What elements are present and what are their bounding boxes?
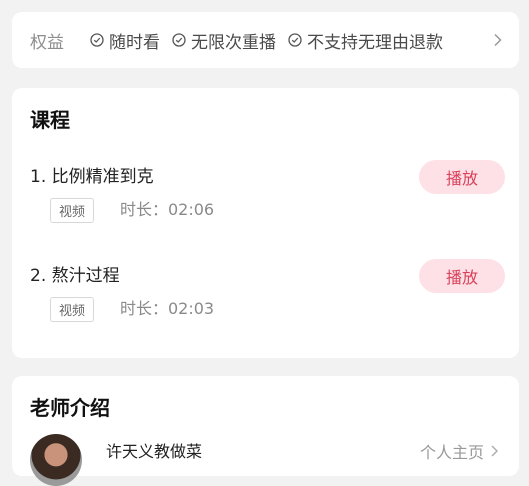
- benefits-label: 权益: [30, 32, 64, 53]
- benefit-label: 随时看: [109, 32, 160, 53]
- play-button[interactable]: 播放: [419, 160, 505, 194]
- lesson-duration: 时长：02:03: [120, 299, 215, 318]
- benefit-item: 不支持无理由退款: [288, 28, 443, 53]
- benefit-label: 不支持无理由退款: [307, 32, 443, 53]
- play-button[interactable]: 播放: [419, 259, 505, 293]
- chevron-right-icon[interactable]: [493, 33, 503, 47]
- teacher-card: 老师介绍 许天义教做菜 个人主页: [12, 376, 519, 486]
- benefits-bar[interactable]: 权益 随时看 无限次重播 不支持无理由退款: [12, 12, 519, 68]
- check-circle-icon: [288, 33, 302, 47]
- lesson-type-tag: 视频: [50, 198, 95, 223]
- chevron-right-icon: [491, 445, 498, 457]
- course-section-title: 课程: [30, 108, 70, 132]
- lesson-item[interactable]: 1. 比例精准到克 视频 时长：02:06 播放: [30, 160, 505, 232]
- check-circle-icon: [90, 33, 104, 47]
- profile-link[interactable]: 个人主页: [420, 439, 499, 463]
- profile-link-label: 个人主页: [419, 443, 484, 462]
- benefit-label: 无限次重播: [191, 32, 276, 53]
- lesson-item[interactable]: 2. 熬汁过程 视频 时长：02:03 播放: [30, 259, 505, 331]
- benefit-item: 随时看: [90, 28, 160, 53]
- check-circle-icon: [172, 33, 186, 47]
- avatar[interactable]: [30, 434, 82, 486]
- course-card: 课程 1. 比例精准到克 视频 时长：02:06 播放 2. 熬汁过程 视频 时…: [12, 88, 519, 358]
- lesson-title: 1. 比例精准到克: [30, 167, 154, 187]
- lesson-duration: 时长：02:06: [120, 200, 215, 219]
- benefit-item: 无限次重播: [172, 28, 276, 53]
- lesson-type-tag: 视频: [50, 297, 95, 322]
- lesson-title: 2. 熬汁过程: [30, 266, 120, 286]
- teacher-section-title: 老师介绍: [30, 396, 110, 420]
- teacher-name[interactable]: 许天义教做菜: [106, 438, 202, 462]
